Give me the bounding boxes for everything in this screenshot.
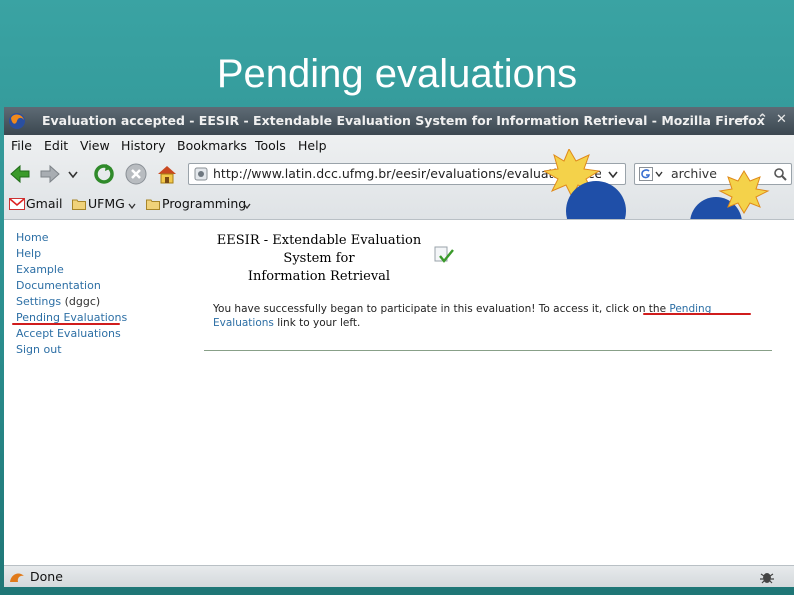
browser-window: Evaluation accepted - EESIR - Extendable… xyxy=(4,107,794,587)
window-title: Evaluation accepted - EESIR - Extendable… xyxy=(42,113,765,128)
folder-icon xyxy=(72,199,86,210)
history-dropdown-icon[interactable] xyxy=(66,162,80,186)
page-content: Home Help Example Documentation Settings… xyxy=(4,220,794,560)
menu-help[interactable]: Help xyxy=(298,138,327,153)
status-bar: Done xyxy=(4,565,794,587)
forward-arrow-icon[interactable] xyxy=(38,162,62,186)
maximize-button[interactable]: ⌃ xyxy=(757,112,768,127)
header-line-3: Information Retrieval xyxy=(247,269,391,284)
reload-icon[interactable] xyxy=(92,162,116,186)
sidebar-item-example[interactable]: Example xyxy=(16,262,127,278)
menu-edit[interactable]: Edit xyxy=(44,138,68,153)
stop-icon[interactable] xyxy=(124,162,148,186)
sidebar-item-help[interactable]: Help xyxy=(16,246,127,262)
window-titlebar[interactable]: Evaluation accepted - EESIR - Extendable… xyxy=(4,107,794,135)
chevron-down-icon xyxy=(128,203,136,209)
highlight-underline-message xyxy=(643,313,751,315)
site-identity-icon[interactable] xyxy=(194,167,208,181)
menu-bookmarks[interactable]: Bookmarks xyxy=(177,138,247,153)
minimize-button[interactable]: – xyxy=(737,112,744,127)
sidebar-item-settings-row: Settings (dggc) xyxy=(16,294,127,310)
folder-icon xyxy=(146,199,160,210)
success-message: You have successfully began to participa… xyxy=(213,302,773,330)
menu-file[interactable]: File xyxy=(11,138,32,153)
header-line-2: System for xyxy=(283,251,355,266)
settings-username: (dggc) xyxy=(61,295,101,308)
sidebar-nav: Home Help Example Documentation Settings… xyxy=(16,230,127,358)
message-text-before: You have successfully began to participa… xyxy=(213,303,670,315)
bookmark-gmail[interactable]: Gmail xyxy=(26,196,62,211)
header-line-1: EESIR - Extendable Evaluation xyxy=(216,233,422,248)
close-button[interactable]: ✕ xyxy=(776,112,787,127)
menu-tools[interactable]: Tools xyxy=(255,138,286,153)
page-header: EESIR - Extendable Evaluation System for… xyxy=(209,232,429,286)
home-icon[interactable] xyxy=(155,162,179,186)
sidebar-item-settings[interactable]: Settings xyxy=(16,295,61,308)
bookmark-programming[interactable]: Programming xyxy=(162,196,246,211)
content-divider xyxy=(204,350,772,351)
sidebar-item-sign-out[interactable]: Sign out xyxy=(16,342,127,358)
sidebar-item-accept-evaluations[interactable]: Accept Evaluations xyxy=(16,326,127,342)
firefox-icon xyxy=(9,113,25,129)
browser-chrome: File Edit View History Bookmarks Tools H… xyxy=(4,135,794,220)
bug-icon[interactable] xyxy=(759,570,775,584)
highlight-underline-sidebar xyxy=(12,323,120,325)
menu-view[interactable]: View xyxy=(80,138,110,153)
accepted-checkmark-icon xyxy=(434,246,454,263)
sidebar-item-home[interactable]: Home xyxy=(16,230,127,246)
chevron-down-icon xyxy=(243,203,251,209)
gmail-icon xyxy=(9,198,25,210)
sidebar-item-documentation[interactable]: Documentation xyxy=(16,278,127,294)
bookmark-ufmg[interactable]: UFMG xyxy=(88,196,125,211)
url-text[interactable]: http://www.latin.dcc.ufmg.br/eesir/evalu… xyxy=(213,166,601,181)
message-text-after: link to your left. xyxy=(273,317,361,329)
slide-title: Pending evaluations xyxy=(216,52,578,96)
status-firefox-icon xyxy=(10,573,24,582)
back-arrow-icon[interactable] xyxy=(8,162,32,186)
menu-history[interactable]: History xyxy=(121,138,165,153)
status-text: Done xyxy=(30,569,63,584)
decorative-globe-artwork xyxy=(544,149,770,219)
